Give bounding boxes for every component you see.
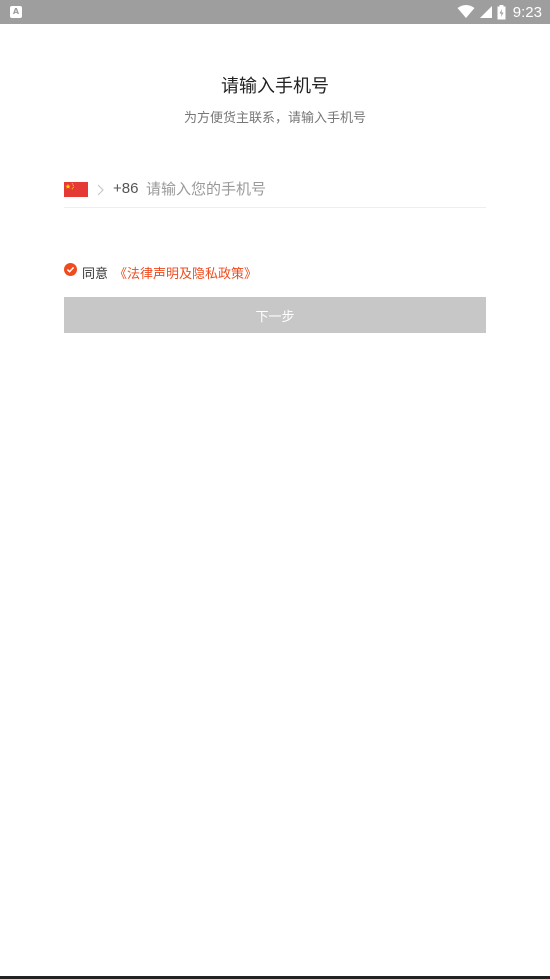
agreement-row: 同意 《法律声明及隐私政策》 <box>64 262 257 282</box>
signal-icon <box>479 6 492 18</box>
status-bar: A 9:23 <box>0 0 550 24</box>
wifi-icon <box>457 5 475 18</box>
agreement-label: 同意 <box>82 266 109 282</box>
page-subtitle: 为方便货主联系，请输入手机号 <box>183 111 366 126</box>
next-step-button[interactable]: 下一步 <box>64 297 486 333</box>
privacy-policy-link[interactable]: 《法律声明及隐私政策》 <box>114 263 257 282</box>
page-title: 请输入手机号 <box>221 76 329 97</box>
country-dial-code[interactable]: +86 <box>113 180 138 197</box>
status-icons: 9:23 <box>457 0 542 24</box>
status-time: 9:23 <box>512 3 542 21</box>
chevron-right-icon[interactable] <box>96 184 105 196</box>
battery-charging-icon <box>497 4 506 19</box>
phone-input-row: +86 <box>64 170 486 208</box>
china-flag-icon[interactable] <box>64 182 88 197</box>
app-notification-icon: A <box>10 6 22 18</box>
phone-number-input[interactable] <box>146 177 476 201</box>
checkbox-checked-icon[interactable] <box>64 262 77 276</box>
